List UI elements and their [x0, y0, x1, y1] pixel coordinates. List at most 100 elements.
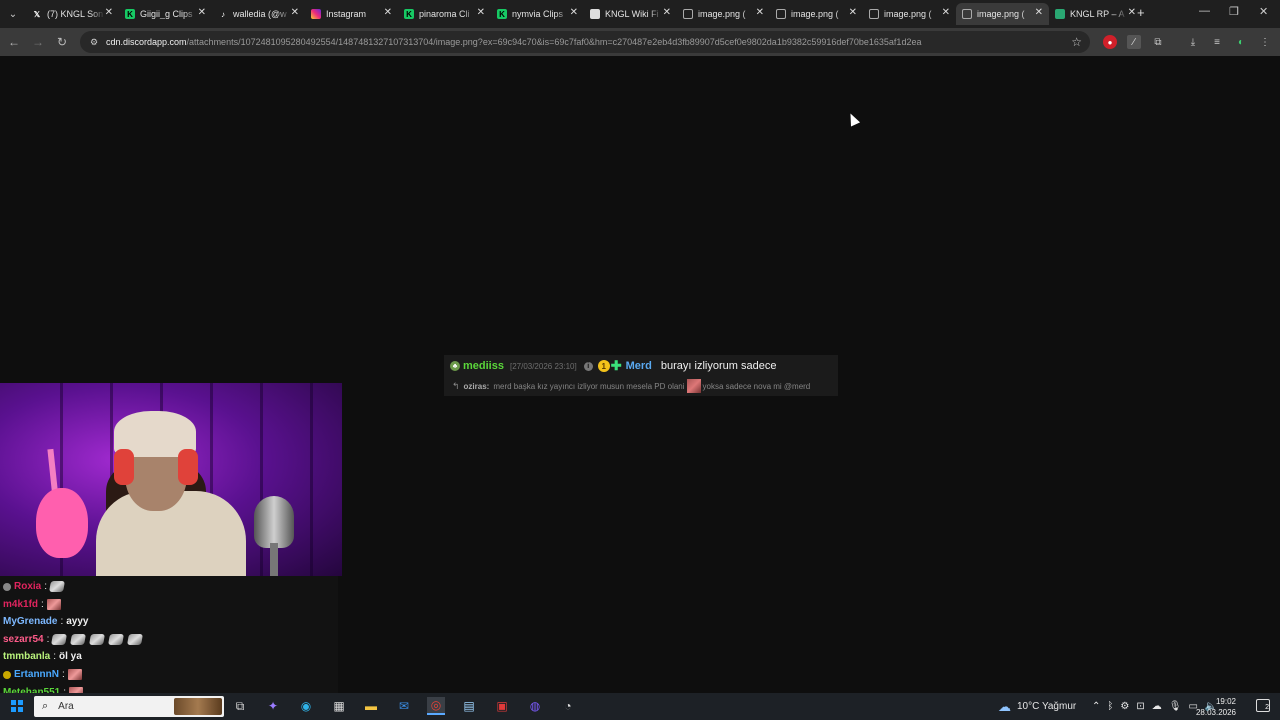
mentioned-user: Merd — [625, 360, 652, 372]
chat-row: tmmbanla: öl ya — [3, 648, 82, 665]
browser-tab[interactable]: image.png (✕ — [863, 3, 956, 25]
search-icon: ⌕ — [42, 700, 49, 712]
chat-row: Metehan551: — [3, 684, 88, 693]
tab-title: image.png ( — [698, 9, 746, 19]
close-window-button[interactable]: ✕ — [1259, 5, 1268, 18]
close-tab-icon[interactable]: ✕ — [477, 7, 485, 18]
close-tab-icon[interactable]: ✕ — [105, 7, 113, 18]
network-cloud-icon[interactable]: ☁ — [1152, 701, 1162, 712]
message-timestamp: [27/03/2026 23:10] — [509, 361, 577, 371]
globe-icon — [776, 9, 786, 19]
address-bar[interactable]: ⚙ cdn.discordapp.com/attachments/1072481… — [80, 31, 1090, 53]
close-tab-icon[interactable]: ✕ — [1035, 7, 1043, 18]
reload-icon[interactable]: ↻ — [54, 34, 70, 50]
new-tab-button[interactable]: + — [1137, 5, 1145, 20]
discord-icon[interactable]: ◍ — [526, 697, 544, 715]
chrome-icon[interactable]: ◎ — [427, 697, 445, 715]
close-tab-icon[interactable]: ✕ — [849, 7, 857, 18]
show-hidden-icons-chevron-icon[interactable]: ⌃ — [1092, 701, 1100, 712]
tab-search-chevron-icon[interactable]: ⌄ — [4, 5, 22, 23]
restore-button[interactable]: ❐ — [1229, 5, 1239, 18]
message-text: burayı izliyorum sadece — [660, 360, 777, 372]
browser-tab[interactable]: Kpinaroma Cli ✕ — [398, 3, 491, 25]
close-tab-icon[interactable]: ✕ — [570, 7, 578, 18]
browser-tab[interactable]: image.png ( ✕ — [677, 3, 770, 25]
headphone-left — [114, 449, 134, 485]
bluetooth-tray-icon[interactable]: ᛒ — [1107, 701, 1113, 712]
chat-username: m4k1fd — [3, 598, 39, 610]
browser-tab[interactable]: KNGL Wiki Fi ✕ — [584, 3, 677, 25]
author-name: mediiss — [463, 360, 504, 372]
close-tab-icon[interactable]: ✕ — [1128, 7, 1136, 18]
chat-separator: : — [53, 651, 57, 663]
extensions-puzzle-icon[interactable]: ⧉ — [1151, 35, 1165, 49]
browser-toolbar: ← → ↻ ⚙ cdn.discordapp.com/attachments/1… — [0, 28, 1280, 56]
microphone-stand — [270, 543, 278, 576]
download-icon[interactable]: ⤓ — [1186, 35, 1200, 49]
rank-badge-icon: 1 — [597, 360, 610, 372]
file-explorer-icon[interactable]: ▬ — [362, 697, 380, 715]
weather-widget[interactable]: ☁ 10°C Yağmur — [998, 693, 1076, 720]
url-text: cdn.discordapp.com/attachments/107248109… — [106, 37, 921, 47]
media-queue-icon[interactable]: ≡ — [1210, 35, 1224, 49]
obs-icon[interactable]: ◔ — [559, 697, 577, 715]
close-tab-icon[interactable]: ✕ — [663, 7, 671, 18]
browser-tab[interactable]: image.png (✕ — [770, 3, 863, 25]
tab-title: Giigii_g Clips — [140, 9, 193, 19]
close-tab-icon[interactable]: ✕ — [384, 7, 392, 18]
emote-icon — [686, 379, 701, 393]
app-tray-icon[interactable]: ⊡ — [1136, 701, 1144, 712]
globe-icon — [683, 9, 693, 19]
pen-extension-icon[interactable]: ∕ — [1127, 35, 1141, 49]
browser-tab[interactable]: KNGL RP – A ✕ — [1049, 3, 1142, 25]
chat-username: tmmbanla — [3, 651, 51, 663]
copilot-icon[interactable]: ✦ — [264, 697, 282, 715]
task-view-icon[interactable]: ⧉ — [231, 697, 249, 715]
microphone-tray-icon[interactable]: 🎙 — [1169, 701, 1182, 712]
close-tab-icon[interactable]: ✕ — [291, 7, 299, 18]
back-arrow-icon[interactable]: ← — [6, 34, 22, 50]
chat-separator: : — [44, 581, 48, 592]
outlook-icon[interactable]: ✉ — [395, 697, 413, 715]
browser-tab[interactable]: ♪ walledia (@w ✕ — [212, 3, 305, 25]
plus-badge-icon: ✚ — [610, 358, 622, 373]
search-highlight-image — [174, 698, 222, 715]
minimize-button[interactable]: — — [1199, 5, 1210, 17]
store-icon[interactable]: ▦ — [330, 697, 348, 715]
kick-logo-icon: K — [497, 9, 507, 19]
chat-row: Roxia: — [3, 578, 69, 595]
weather-text: 10°C Yağmur — [1017, 701, 1077, 712]
mouse-cursor-icon — [845, 111, 861, 127]
browser-tab[interactable]: Knymvia Clips ✕ — [491, 3, 584, 25]
taskbar-search[interactable]: ⌕ Ara — [34, 696, 224, 717]
steam-tray-icon[interactable]: ⚙ — [1120, 701, 1129, 712]
record-extension-icon[interactable]: ● — [1103, 35, 1117, 49]
chat-row: MyGrenade: ayyy — [3, 613, 89, 630]
edge-browser-icon[interactable]: ◉ — [297, 697, 315, 715]
tab-title: Instagram — [326, 9, 367, 19]
profile-icon[interactable]: ◐ — [1234, 35, 1248, 49]
chat-emote-icon — [51, 633, 68, 645]
close-tab-icon[interactable]: ✕ — [942, 7, 950, 18]
chat-message: öl ya — [59, 651, 82, 663]
red-app-icon[interactable]: ▣ — [493, 697, 511, 715]
more-menu-icon[interactable]: ⋮ — [1258, 35, 1272, 49]
site-info-icon[interactable]: ⚙ — [88, 36, 100, 48]
chat-row: ErtannnN: — [3, 666, 87, 683]
notepad-icon[interactable]: ▤ — [460, 697, 478, 715]
close-tab-icon[interactable]: ✕ — [756, 7, 764, 18]
clock[interactable]: 19:02 28.03.2026 — [1196, 696, 1236, 718]
close-tab-icon[interactable]: ✕ — [198, 7, 206, 18]
browser-tab[interactable]: image.png (✕ — [956, 3, 1049, 25]
quoted-reply: ↰ oziras: merd başka kız yayıncı izliyor… — [452, 379, 810, 393]
notification-center-icon[interactable]: 2 — [1256, 699, 1270, 712]
chat-emote-icon — [89, 633, 106, 645]
instagram-logo-icon — [311, 9, 321, 19]
browser-tab[interactable]: 𝕏 (7) KNGL Son ✕ — [26, 3, 119, 25]
bookmark-star-icon[interactable]: ☆ — [1071, 35, 1082, 49]
forward-arrow-icon[interactable]: → — [30, 34, 46, 50]
windows-start-icon[interactable] — [8, 697, 26, 715]
browser-tab[interactable]: K Giigii_g Clips ✕ — [119, 3, 212, 25]
browser-tab[interactable]: Instagram ✕ — [305, 3, 398, 25]
tabs-container: 𝕏 (7) KNGL Son ✕ K Giigii_g Clips ✕ ♪ walledia … — [26, 3, 1142, 25]
